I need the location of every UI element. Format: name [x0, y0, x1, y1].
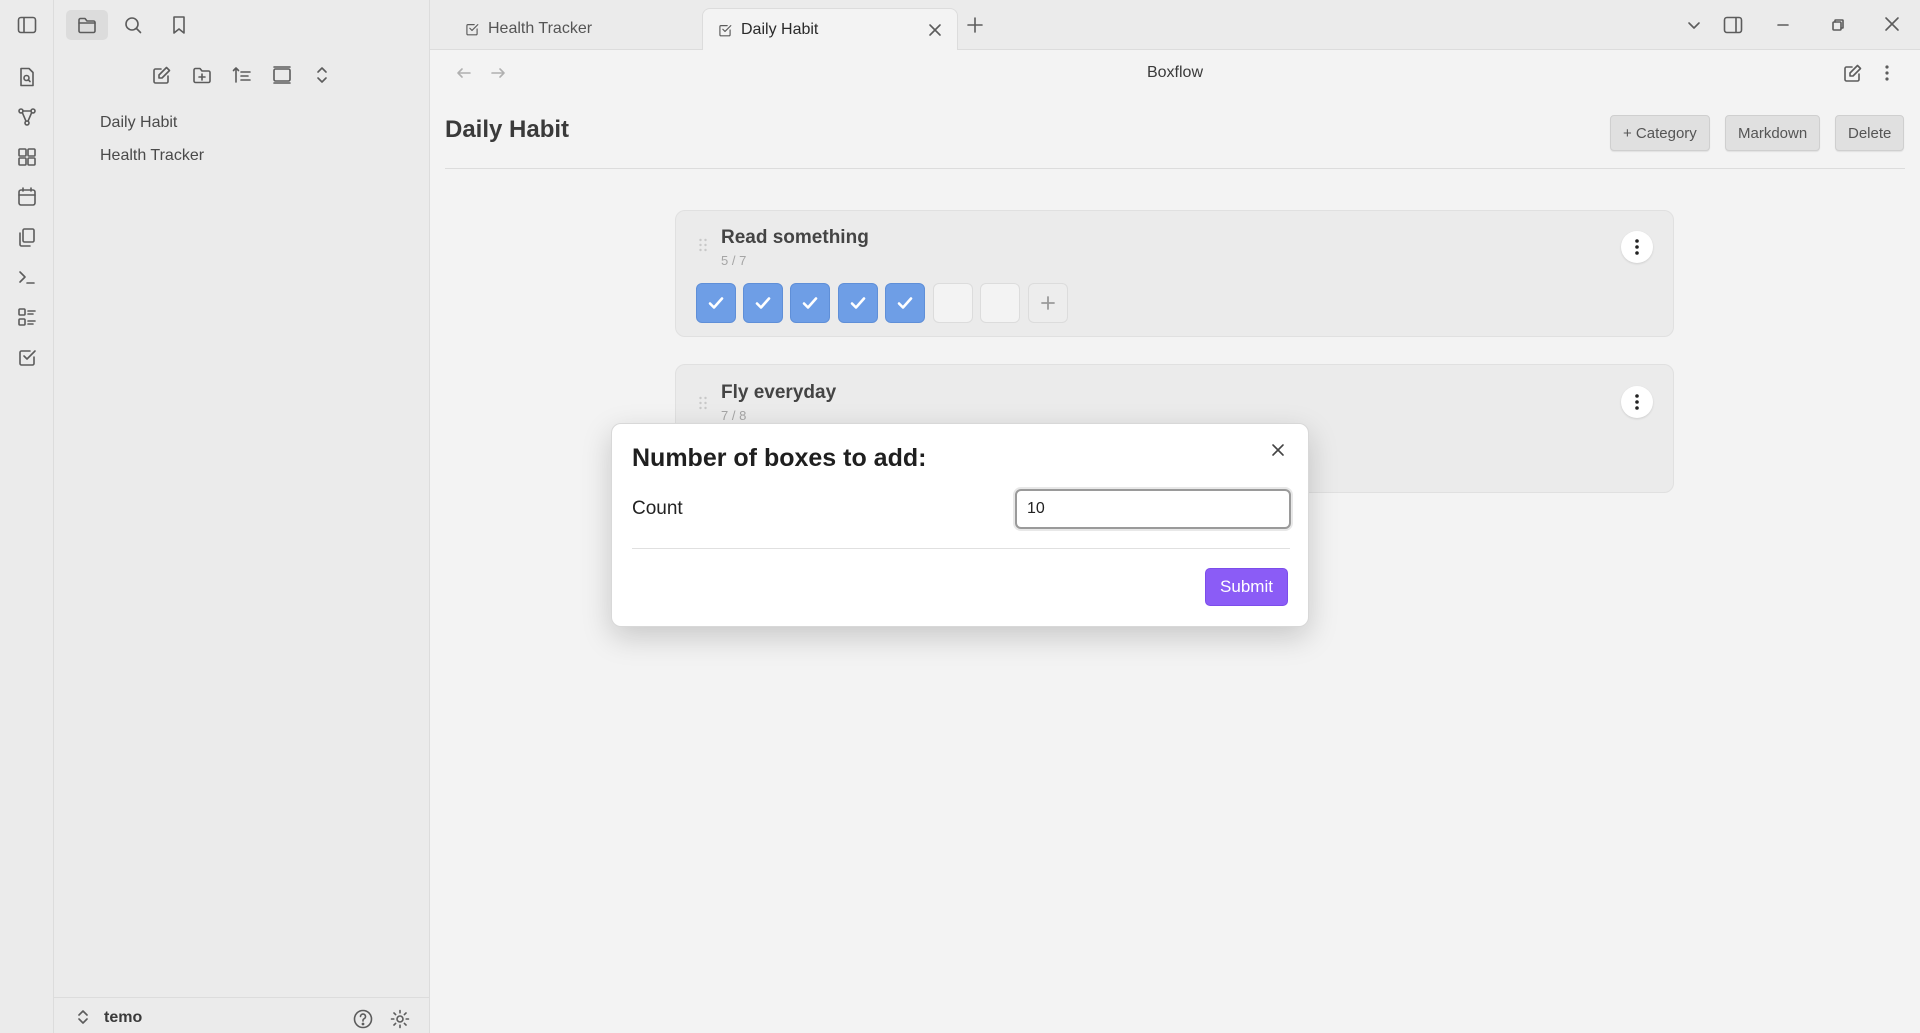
delete-button[interactable]: Delete	[1835, 115, 1905, 151]
add-box-button[interactable]	[1028, 283, 1068, 323]
vault-switch-icon[interactable]	[76, 1008, 90, 1026]
collapse-expand-icon[interactable]	[309, 62, 335, 88]
habit-box-checked[interactable]	[838, 283, 878, 323]
toggle-sidebar-icon[interactable]	[15, 13, 39, 37]
add-boxes-modal: Number of boxes to add: Count Submit	[611, 423, 1309, 627]
calendar-icon[interactable]	[15, 185, 39, 209]
vault-name[interactable]: temo	[104, 1009, 142, 1027]
submit-button[interactable]: Submit	[1205, 568, 1288, 606]
habit-progress-count: 5 / 7	[721, 253, 747, 268]
restore-icon[interactable]	[1830, 17, 1846, 33]
close-tab-icon[interactable]	[927, 22, 943, 38]
drag-handle-icon[interactable]	[698, 237, 708, 253]
habit-menu-button[interactable]	[1621, 231, 1653, 263]
tab-label: Daily Habit	[741, 20, 819, 38]
graph-view-icon[interactable]	[15, 105, 39, 129]
habit-box-checked[interactable]	[743, 283, 783, 323]
auto-reveal-icon[interactable]	[269, 62, 295, 88]
help-icon[interactable]	[352, 1008, 374, 1030]
vertical-dots-icon	[1635, 394, 1639, 410]
vertical-dots-icon	[1635, 239, 1639, 255]
vault-bar: temo	[54, 997, 430, 1033]
habit-card: Read something 5 / 7	[675, 210, 1674, 337]
more-options-icon[interactable]	[1880, 62, 1894, 84]
checkbox-icon	[719, 24, 732, 36]
list-icon[interactable]	[15, 305, 39, 329]
tab-label: Health Tracker	[488, 20, 593, 37]
new-folder-icon[interactable]	[189, 62, 215, 88]
left-ribbon	[0, 0, 54, 1033]
habit-progress-count: 7 / 8	[721, 408, 747, 423]
settings-gear-icon[interactable]	[389, 1008, 411, 1030]
sort-icon[interactable]	[229, 62, 255, 88]
search-icon[interactable]	[116, 10, 150, 40]
new-note-icon[interactable]	[149, 62, 175, 88]
bookmark-icon[interactable]	[162, 10, 196, 40]
habit-box-checked[interactable]	[790, 283, 830, 323]
new-tab-icon[interactable]	[966, 16, 984, 34]
checkbox-icon[interactable]	[15, 345, 39, 369]
file-search-icon[interactable]	[15, 65, 39, 89]
view-header-title: Boxflow	[1146, 64, 1204, 81]
toggle-right-sidebar-icon[interactable]	[1722, 14, 1744, 36]
close-icon[interactable]	[1266, 438, 1290, 462]
tab-daily-habit[interactable]: Daily Habit	[702, 8, 958, 50]
add-category-button[interactable]: + Category	[1610, 115, 1710, 151]
file-explorer-sidebar: Daily Habit Health Tracker temo	[54, 0, 430, 1033]
habit-box-checked[interactable]	[885, 283, 925, 323]
habit-name: Read something	[721, 227, 869, 248]
count-label: Count	[632, 498, 683, 519]
tab-health-tracker[interactable]: Health Tracker	[450, 8, 698, 50]
modal-title: Number of boxes to add:	[632, 444, 927, 472]
tab-bar: Health Tracker Daily Habit	[430, 0, 1920, 50]
page-title: Daily Habit	[445, 116, 570, 143]
close-window-icon[interactable]	[1883, 15, 1901, 33]
plus-icon	[1041, 296, 1055, 310]
canvas-icon[interactable]	[15, 145, 39, 169]
file-item-health-tracker[interactable]: Health Tracker	[100, 143, 204, 169]
habit-menu-button[interactable]	[1621, 386, 1653, 418]
header-divider	[445, 168, 1905, 169]
modal-divider	[632, 548, 1290, 549]
tab-list-chevron-down-icon[interactable]	[1686, 17, 1702, 33]
terminal-icon[interactable]	[15, 265, 39, 289]
edit-icon[interactable]	[1842, 62, 1864, 84]
habit-name: Fly everyday	[721, 382, 837, 403]
habit-box-checked[interactable]	[696, 283, 736, 323]
minimize-icon[interactable]	[1775, 17, 1791, 33]
files-tab-icon[interactable]	[66, 10, 108, 40]
checkbox-icon	[466, 24, 479, 36]
count-input[interactable]	[1015, 489, 1291, 529]
habit-box-empty[interactable]	[933, 283, 973, 323]
file-item-daily-habit[interactable]: Daily Habit	[100, 110, 177, 136]
markdown-button[interactable]: Markdown	[1725, 115, 1821, 151]
copy-icon[interactable]	[15, 225, 39, 249]
habit-box-empty[interactable]	[980, 283, 1020, 323]
drag-handle-icon[interactable]	[698, 395, 708, 411]
